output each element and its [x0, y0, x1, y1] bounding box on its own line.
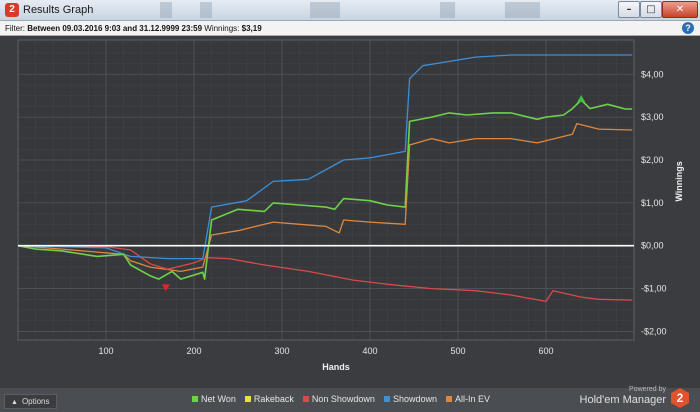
branding: Powered by Hold'em Manager 2	[580, 386, 698, 410]
legend-swatch	[445, 396, 452, 402]
y-tick-label: $3,00	[641, 112, 664, 122]
y-tick-label: $1,00	[641, 198, 664, 208]
legend-label: Net Won	[201, 394, 236, 404]
filter-prefix: Filter:	[5, 24, 25, 33]
brand-name: Hold'em Manager	[579, 394, 666, 406]
app-icon: 2	[5, 3, 19, 17]
options-label: Options	[21, 397, 50, 406]
brand-logo-icon: 2	[671, 388, 689, 408]
winnings-label: Winnings:	[204, 24, 240, 33]
legend-label: All-In EV	[454, 394, 490, 404]
y-tick-label: -$2,00	[641, 326, 667, 336]
winnings-value: $3,19	[241, 24, 262, 33]
maximize-button[interactable]: □	[640, 1, 662, 18]
filter-bar: Filter: Between 09.03.2016 9:03 and 31.1…	[0, 21, 700, 36]
legend-swatch	[244, 396, 251, 402]
y-tick-label: $4,00	[641, 69, 664, 79]
legend-label: Showdown	[392, 394, 437, 404]
legend-label: Non Showdown	[311, 394, 375, 404]
legend-item[interactable]: Non Showdown	[302, 394, 375, 404]
window-title: Results Graph	[23, 4, 94, 16]
x-tick-label: 300	[274, 346, 289, 356]
legend-item[interactable]: All-In EV	[445, 394, 490, 404]
x-tick-label: 600	[538, 346, 553, 356]
legend-label: Rakeback	[253, 394, 294, 404]
y-axis-title: Winnings	[674, 161, 684, 201]
filter-range: Between 09.03.2016 9:03 and 31.12.9999 2…	[27, 24, 203, 33]
y-tick-label: -$1,00	[641, 284, 667, 294]
help-icon[interactable]: ?	[682, 22, 694, 34]
x-tick-label: 500	[450, 346, 465, 356]
options-button[interactable]: ▲ Options	[4, 394, 57, 409]
legend-item[interactable]: Showdown	[383, 394, 437, 404]
legend-swatch	[383, 396, 390, 402]
legend-swatch	[192, 396, 198, 402]
close-button[interactable]: ✕	[662, 1, 698, 18]
y-tick-label: $0,00	[641, 241, 664, 251]
background-toolbar-ghost	[140, 2, 570, 18]
results-graph: 100 200 300 400 500 600 $4,00 $3,00 $2,00 $1,00 $0…	[0, 36, 700, 388]
legend-item[interactable]: Net Won	[192, 394, 236, 404]
x-tick-label: 100	[98, 346, 113, 356]
window-titlebar[interactable]: 2 Results Graph – □ ✕	[0, 0, 700, 21]
chevron-up-icon: ▲	[11, 399, 18, 406]
x-axis-title: Hands	[322, 362, 350, 372]
legend-item[interactable]: Rakeback	[244, 394, 294, 404]
powered-by-text: Powered by	[629, 386, 666, 393]
x-tick-label: 200	[186, 346, 201, 356]
y-tick-label: $2,00	[641, 155, 664, 165]
x-tick-label: 400	[362, 346, 377, 356]
legend-swatch	[302, 396, 309, 402]
chart-legend: Net Won Rakeback Non Showdown Showdown All-I…	[192, 394, 499, 408]
minimize-button[interactable]: –	[618, 1, 640, 18]
